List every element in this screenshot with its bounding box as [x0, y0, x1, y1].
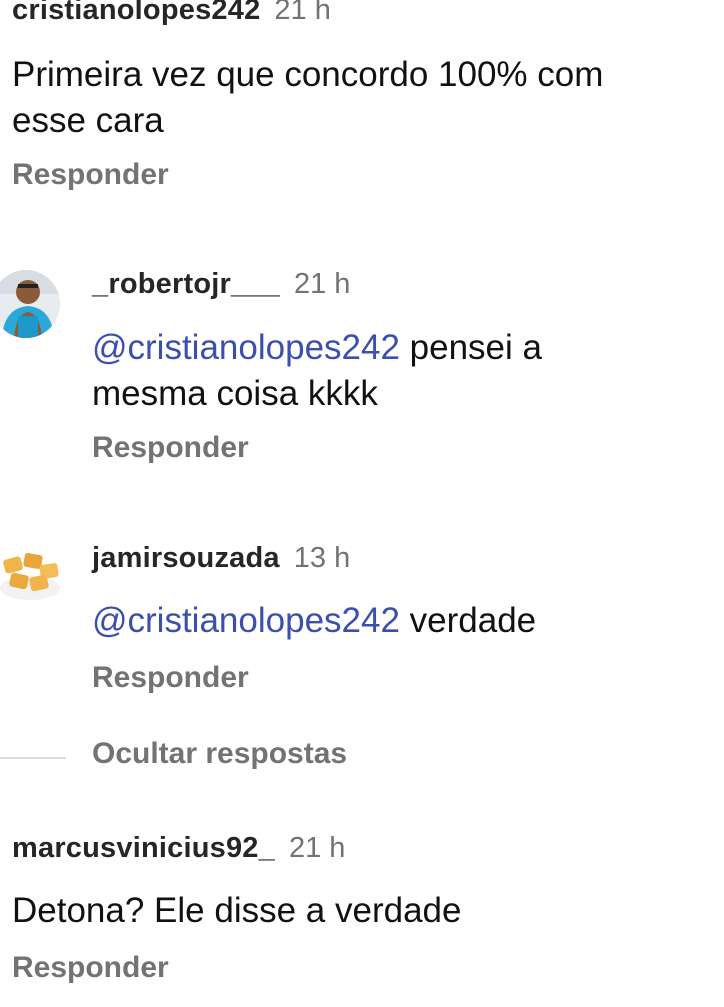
- comment-timestamp: 21 h: [274, 0, 331, 26]
- comment-text-line: @cristianolopes242 verdade: [92, 598, 712, 644]
- pastel-food-avatar-icon: [0, 540, 64, 608]
- comment-header: marcusvinicius92_ 21 h: [12, 832, 345, 865]
- comment-text-line: Primeira vez que concordo 100% com: [12, 55, 604, 94]
- comment-header: _robertojr___ 21 h: [92, 268, 350, 301]
- replies-divider: [0, 757, 66, 759]
- reply-button[interactable]: Responder: [92, 431, 249, 465]
- comment-header: cristianolopes242 21 h: [12, 0, 331, 27]
- comment-header: jamirsouzada 13 h: [92, 542, 350, 575]
- comment-username[interactable]: marcusvinicius92_: [12, 832, 275, 864]
- comment-text-line: esse cara: [12, 101, 164, 140]
- comment-text: Primeira vez que concordo 100% com esse …: [12, 52, 724, 144]
- avatar[interactable]: [0, 540, 64, 608]
- comment-text-line: mesma coisa kkkk: [92, 374, 378, 413]
- comment-text-fragment: verdade: [399, 601, 537, 640]
- hide-replies-button[interactable]: Ocultar respostas: [92, 737, 347, 771]
- mention-link[interactable]: @cristianolopes242: [92, 601, 400, 640]
- reply-button[interactable]: Responder: [12, 951, 169, 985]
- comment-text: @cristianolopes242 pensei a mesma coisa …: [92, 325, 712, 417]
- comment-username[interactable]: cristianolopes242: [12, 0, 260, 26]
- comment-text-fragment: pensei a: [399, 328, 542, 367]
- person-avatar-icon: [0, 270, 60, 338]
- comment-text: @cristianolopes242 verdade: [92, 598, 712, 644]
- comment-text-line: @cristianolopes242 pensei a: [92, 325, 712, 371]
- mention-link[interactable]: @cristianolopes242: [92, 328, 400, 367]
- comment-timestamp: 13 h: [293, 542, 351, 574]
- comment-text: Detona? Ele disse a verdade: [12, 888, 724, 934]
- comment-text-line: Detona? Ele disse a verdade: [12, 891, 462, 930]
- comment-username[interactable]: jamirsouzada: [92, 542, 280, 574]
- comment-timestamp: 21 h: [293, 268, 351, 300]
- comment-timestamp: 21 h: [288, 832, 346, 864]
- reply-button[interactable]: Responder: [92, 661, 249, 695]
- comment-username[interactable]: _robertojr___: [92, 268, 280, 300]
- reply-button[interactable]: Responder: [12, 158, 169, 192]
- avatar[interactable]: [0, 270, 60, 338]
